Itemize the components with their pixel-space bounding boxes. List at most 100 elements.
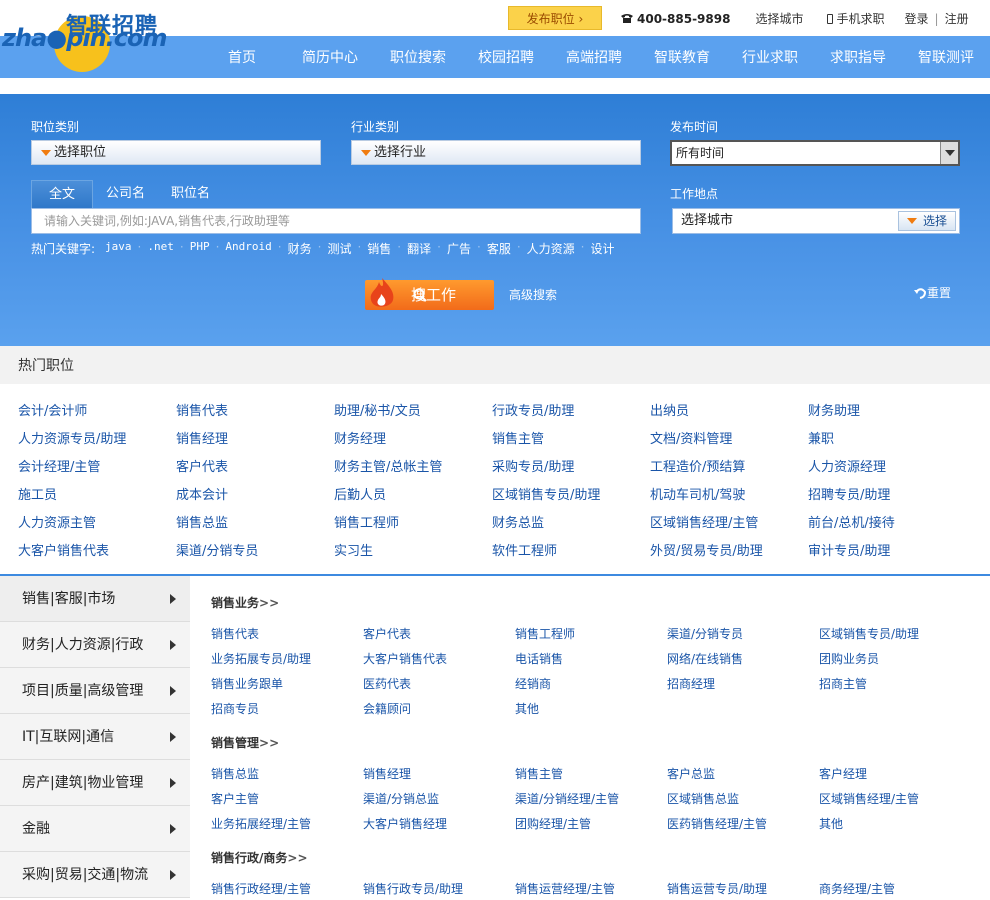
hot-job-link[interactable]: 采购专员/助理	[492, 456, 574, 475]
category-job-link[interactable]: 医药代表	[363, 675, 411, 692]
hot-job-link[interactable]: 销售总监	[176, 512, 228, 531]
category-job-link[interactable]: 渠道/分销专员	[667, 625, 743, 642]
hot-job-link[interactable]: 人力资源经理	[808, 456, 886, 475]
hot-job-link[interactable]: 财务助理	[808, 400, 860, 419]
search-jobs-button[interactable]: 搜工作	[365, 278, 494, 310]
category-job-link[interactable]: 销售运营专员/助理	[667, 880, 767, 897]
hot-job-link[interactable]: 财务主管/总帐主管	[334, 456, 442, 475]
hot-keyword[interactable]: 翻译	[407, 240, 431, 257]
hot-job-link[interactable]: 销售代表	[176, 400, 228, 419]
nav-item-3[interactable]: 校园招聘	[462, 36, 550, 78]
hot-job-link[interactable]: 施工员	[18, 484, 57, 503]
category-sidebar-item[interactable]: 销售|客服|市场	[0, 576, 190, 622]
category-job-link[interactable]: 客户经理	[819, 765, 867, 782]
category-job-link[interactable]: 团购经理/主管	[515, 815, 591, 832]
category-job-link[interactable]: 销售行政经理/主管	[211, 880, 311, 897]
category-job-link[interactable]: 销售行政专员/助理	[363, 880, 463, 897]
nav-item-2[interactable]: 职位搜索	[374, 36, 462, 78]
hot-job-link[interactable]: 工程造价/预结算	[650, 456, 745, 475]
zhaopin-logo[interactable]: 智联招聘 zha●pin.com	[2, 6, 168, 72]
select-city-link[interactable]: 选择城市	[755, 10, 803, 27]
nav-item-0[interactable]: 首页	[198, 36, 286, 78]
hot-job-link[interactable]: 渠道/分销专员	[176, 540, 258, 559]
category-sidebar-item[interactable]: 财务|人力资源|行政	[0, 622, 190, 668]
location-input[interactable]: 选择城市 选择	[672, 208, 960, 234]
hot-job-link[interactable]: 销售工程师	[334, 512, 399, 531]
category-job-link[interactable]: 招商专员	[211, 700, 259, 717]
hot-job-link[interactable]: 审计专员/助理	[808, 540, 890, 559]
category-job-link[interactable]: 销售运营经理/主管	[515, 880, 615, 897]
register-link[interactable]: 注册	[945, 10, 969, 27]
tab-fulltext[interactable]: 全文	[31, 180, 93, 208]
nav-item-1[interactable]: 简历中心	[286, 36, 374, 78]
category-sidebar-item[interactable]: 采购|贸易|交通|物流	[0, 852, 190, 898]
hot-keyword[interactable]: Android	[225, 240, 271, 257]
category-job-link[interactable]: 招商经理	[667, 675, 715, 692]
mobile-job-link[interactable]: 手机求职	[836, 10, 884, 27]
category-job-link[interactable]: 大客户销售经理	[363, 815, 447, 832]
hot-job-link[interactable]: 出纳员	[650, 400, 689, 419]
hot-job-link[interactable]: 财务总监	[492, 512, 544, 531]
hot-job-link[interactable]: 行政专员/助理	[492, 400, 574, 419]
nav-item-5[interactable]: 智联教育	[638, 36, 726, 78]
hot-job-link[interactable]: 前台/总机/接待	[808, 512, 895, 531]
category-sidebar-item[interactable]: 金融	[0, 806, 190, 852]
nav-item-8[interactable]: 智联测评	[902, 36, 990, 78]
hot-keyword[interactable]: 财务	[288, 240, 312, 257]
hot-keyword[interactable]: 测试	[327, 240, 351, 257]
hot-job-link[interactable]: 后勤人员	[334, 484, 386, 503]
category-sidebar-item[interactable]: IT|互联网|通信	[0, 714, 190, 760]
category-job-link[interactable]: 网络/在线销售	[667, 650, 743, 667]
hot-job-link[interactable]: 人力资源专员/助理	[18, 428, 126, 447]
tab-company[interactable]: 公司名	[93, 180, 158, 208]
category-job-link[interactable]: 渠道/分销经理/主管	[515, 790, 619, 807]
category-job-link[interactable]: 客户总监	[667, 765, 715, 782]
dropdown-arrow-icon[interactable]	[940, 142, 958, 164]
category-job-link[interactable]: 业务拓展经理/主管	[211, 815, 311, 832]
category-job-link[interactable]: 销售主管	[515, 765, 563, 782]
category-job-link[interactable]: 区域销售经理/主管	[819, 790, 919, 807]
nav-item-7[interactable]: 求职指导	[814, 36, 902, 78]
category-job-link[interactable]: 销售业务跟单	[211, 675, 283, 692]
advanced-search-link[interactable]: 高级搜索	[509, 286, 557, 303]
hot-job-link[interactable]: 助理/秘书/文员	[334, 400, 421, 419]
hot-job-link[interactable]: 区域销售专员/助理	[492, 484, 600, 503]
login-link[interactable]: 登录	[905, 10, 929, 27]
category-job-link[interactable]: 商务经理/主管	[819, 880, 895, 897]
category-job-link[interactable]: 区域销售专员/助理	[819, 625, 919, 642]
hot-job-link[interactable]: 软件工程师	[492, 540, 557, 559]
category-job-link[interactable]: 其他	[515, 700, 539, 717]
hot-job-link[interactable]: 区域销售经理/主管	[650, 512, 758, 531]
post-job-button[interactable]: 发布职位 ›	[508, 6, 602, 30]
category-job-link[interactable]: 销售代表	[211, 625, 259, 642]
hot-keyword[interactable]: .net	[147, 240, 174, 257]
category-job-link[interactable]: 区域销售总监	[667, 790, 739, 807]
category-job-link[interactable]: 业务拓展专员/助理	[211, 650, 311, 667]
category-job-link[interactable]: 销售工程师	[515, 625, 575, 642]
category-job-link[interactable]: 经销商	[515, 675, 551, 692]
hot-job-link[interactable]: 成本会计	[176, 484, 228, 503]
hot-job-link[interactable]: 兼职	[808, 428, 834, 447]
hot-job-link[interactable]: 实习生	[334, 540, 373, 559]
hot-keyword[interactable]: java	[105, 240, 132, 257]
hot-job-link[interactable]: 会计/会计师	[18, 400, 87, 419]
post-time-select[interactable]: 所有时间	[670, 140, 960, 166]
category-job-link[interactable]: 会籍顾问	[363, 700, 411, 717]
hot-job-link[interactable]: 销售经理	[176, 428, 228, 447]
hot-job-link[interactable]: 文档/资料管理	[650, 428, 732, 447]
hot-job-link[interactable]: 外贸/贸易专员/助理	[650, 540, 763, 559]
hot-job-link[interactable]: 机动车司机/驾驶	[650, 484, 745, 503]
hot-job-link[interactable]: 会计经理/主管	[18, 456, 100, 475]
hot-keyword[interactable]: 人力资源	[527, 240, 575, 257]
category-job-link[interactable]: 大客户销售代表	[363, 650, 447, 667]
category-job-link[interactable]: 销售总监	[211, 765, 259, 782]
hot-job-link[interactable]: 销售主管	[492, 428, 544, 447]
keyword-input[interactable]: 请输入关键词,例如:JAVA,销售代表,行政助理等	[31, 208, 641, 234]
location-select-button[interactable]: 选择	[898, 211, 956, 231]
nav-item-6[interactable]: 行业求职	[726, 36, 814, 78]
category-job-link[interactable]: 客户代表	[363, 625, 411, 642]
hot-job-link[interactable]: 招聘专员/助理	[808, 484, 890, 503]
industry-select[interactable]: 选择行业	[351, 140, 641, 165]
category-job-link[interactable]: 电话销售	[515, 650, 563, 667]
hot-keyword[interactable]: PHP	[190, 240, 210, 257]
